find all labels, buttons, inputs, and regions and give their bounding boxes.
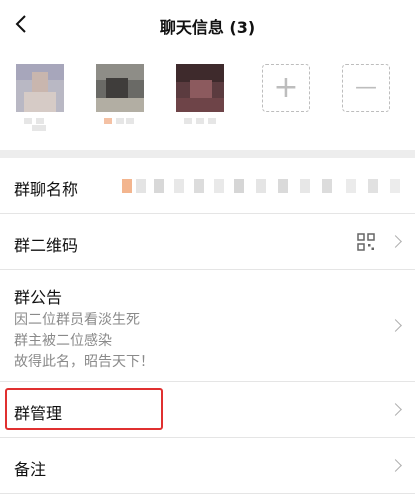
section-separator bbox=[0, 150, 415, 158]
row-label: 群二维码 bbox=[14, 236, 79, 255]
qr-code-icon bbox=[357, 233, 375, 251]
notice-line: 因二位群员看淡生死 bbox=[14, 312, 140, 328]
plus-icon: + bbox=[273, 70, 299, 105]
remove-member-button[interactable]: — bbox=[342, 64, 390, 112]
chevron-right-icon bbox=[391, 318, 401, 334]
member-avatar[interactable] bbox=[16, 64, 64, 112]
notice-text: 因二位群员看淡生死 群主被二位感染 故得此名，昭告天下！ bbox=[14, 310, 154, 373]
notice-line: 故得此名，昭告天下！ bbox=[14, 354, 154, 370]
header-bar: 聊天信息 (3) bbox=[0, 0, 415, 50]
member-grid: + — bbox=[0, 50, 415, 148]
row-label: 群公告 bbox=[14, 288, 63, 307]
member-name-blurred bbox=[16, 116, 64, 131]
member-avatar[interactable] bbox=[176, 64, 224, 112]
member-name-blurred bbox=[176, 116, 224, 130]
minus-icon: — bbox=[355, 75, 377, 100]
row-remark[interactable]: 备注 bbox=[0, 438, 415, 494]
row-group-name[interactable]: 群聊名称 bbox=[0, 158, 415, 214]
add-member-button[interactable]: + bbox=[262, 64, 310, 112]
row-group-notice[interactable]: 群公告 因二位群员看淡生死 群主被二位感染 故得此名，昭告天下！ bbox=[0, 270, 415, 382]
row-label: 备注 bbox=[14, 460, 47, 479]
notice-line: 群主被二位感染 bbox=[14, 333, 112, 349]
row-qr-code[interactable]: 群二维码 bbox=[0, 214, 415, 270]
chevron-right-icon bbox=[391, 402, 401, 418]
chevron-right-icon bbox=[391, 458, 401, 474]
highlight-box bbox=[5, 388, 163, 430]
member-avatar[interactable] bbox=[96, 64, 144, 112]
page-title: 聊天信息 (3) bbox=[159, 18, 256, 37]
member-name-blurred bbox=[96, 116, 144, 130]
group-name-value-blurred bbox=[122, 179, 402, 193]
chevron-right-icon bbox=[391, 234, 401, 250]
row-label: 群聊名称 bbox=[14, 180, 79, 199]
